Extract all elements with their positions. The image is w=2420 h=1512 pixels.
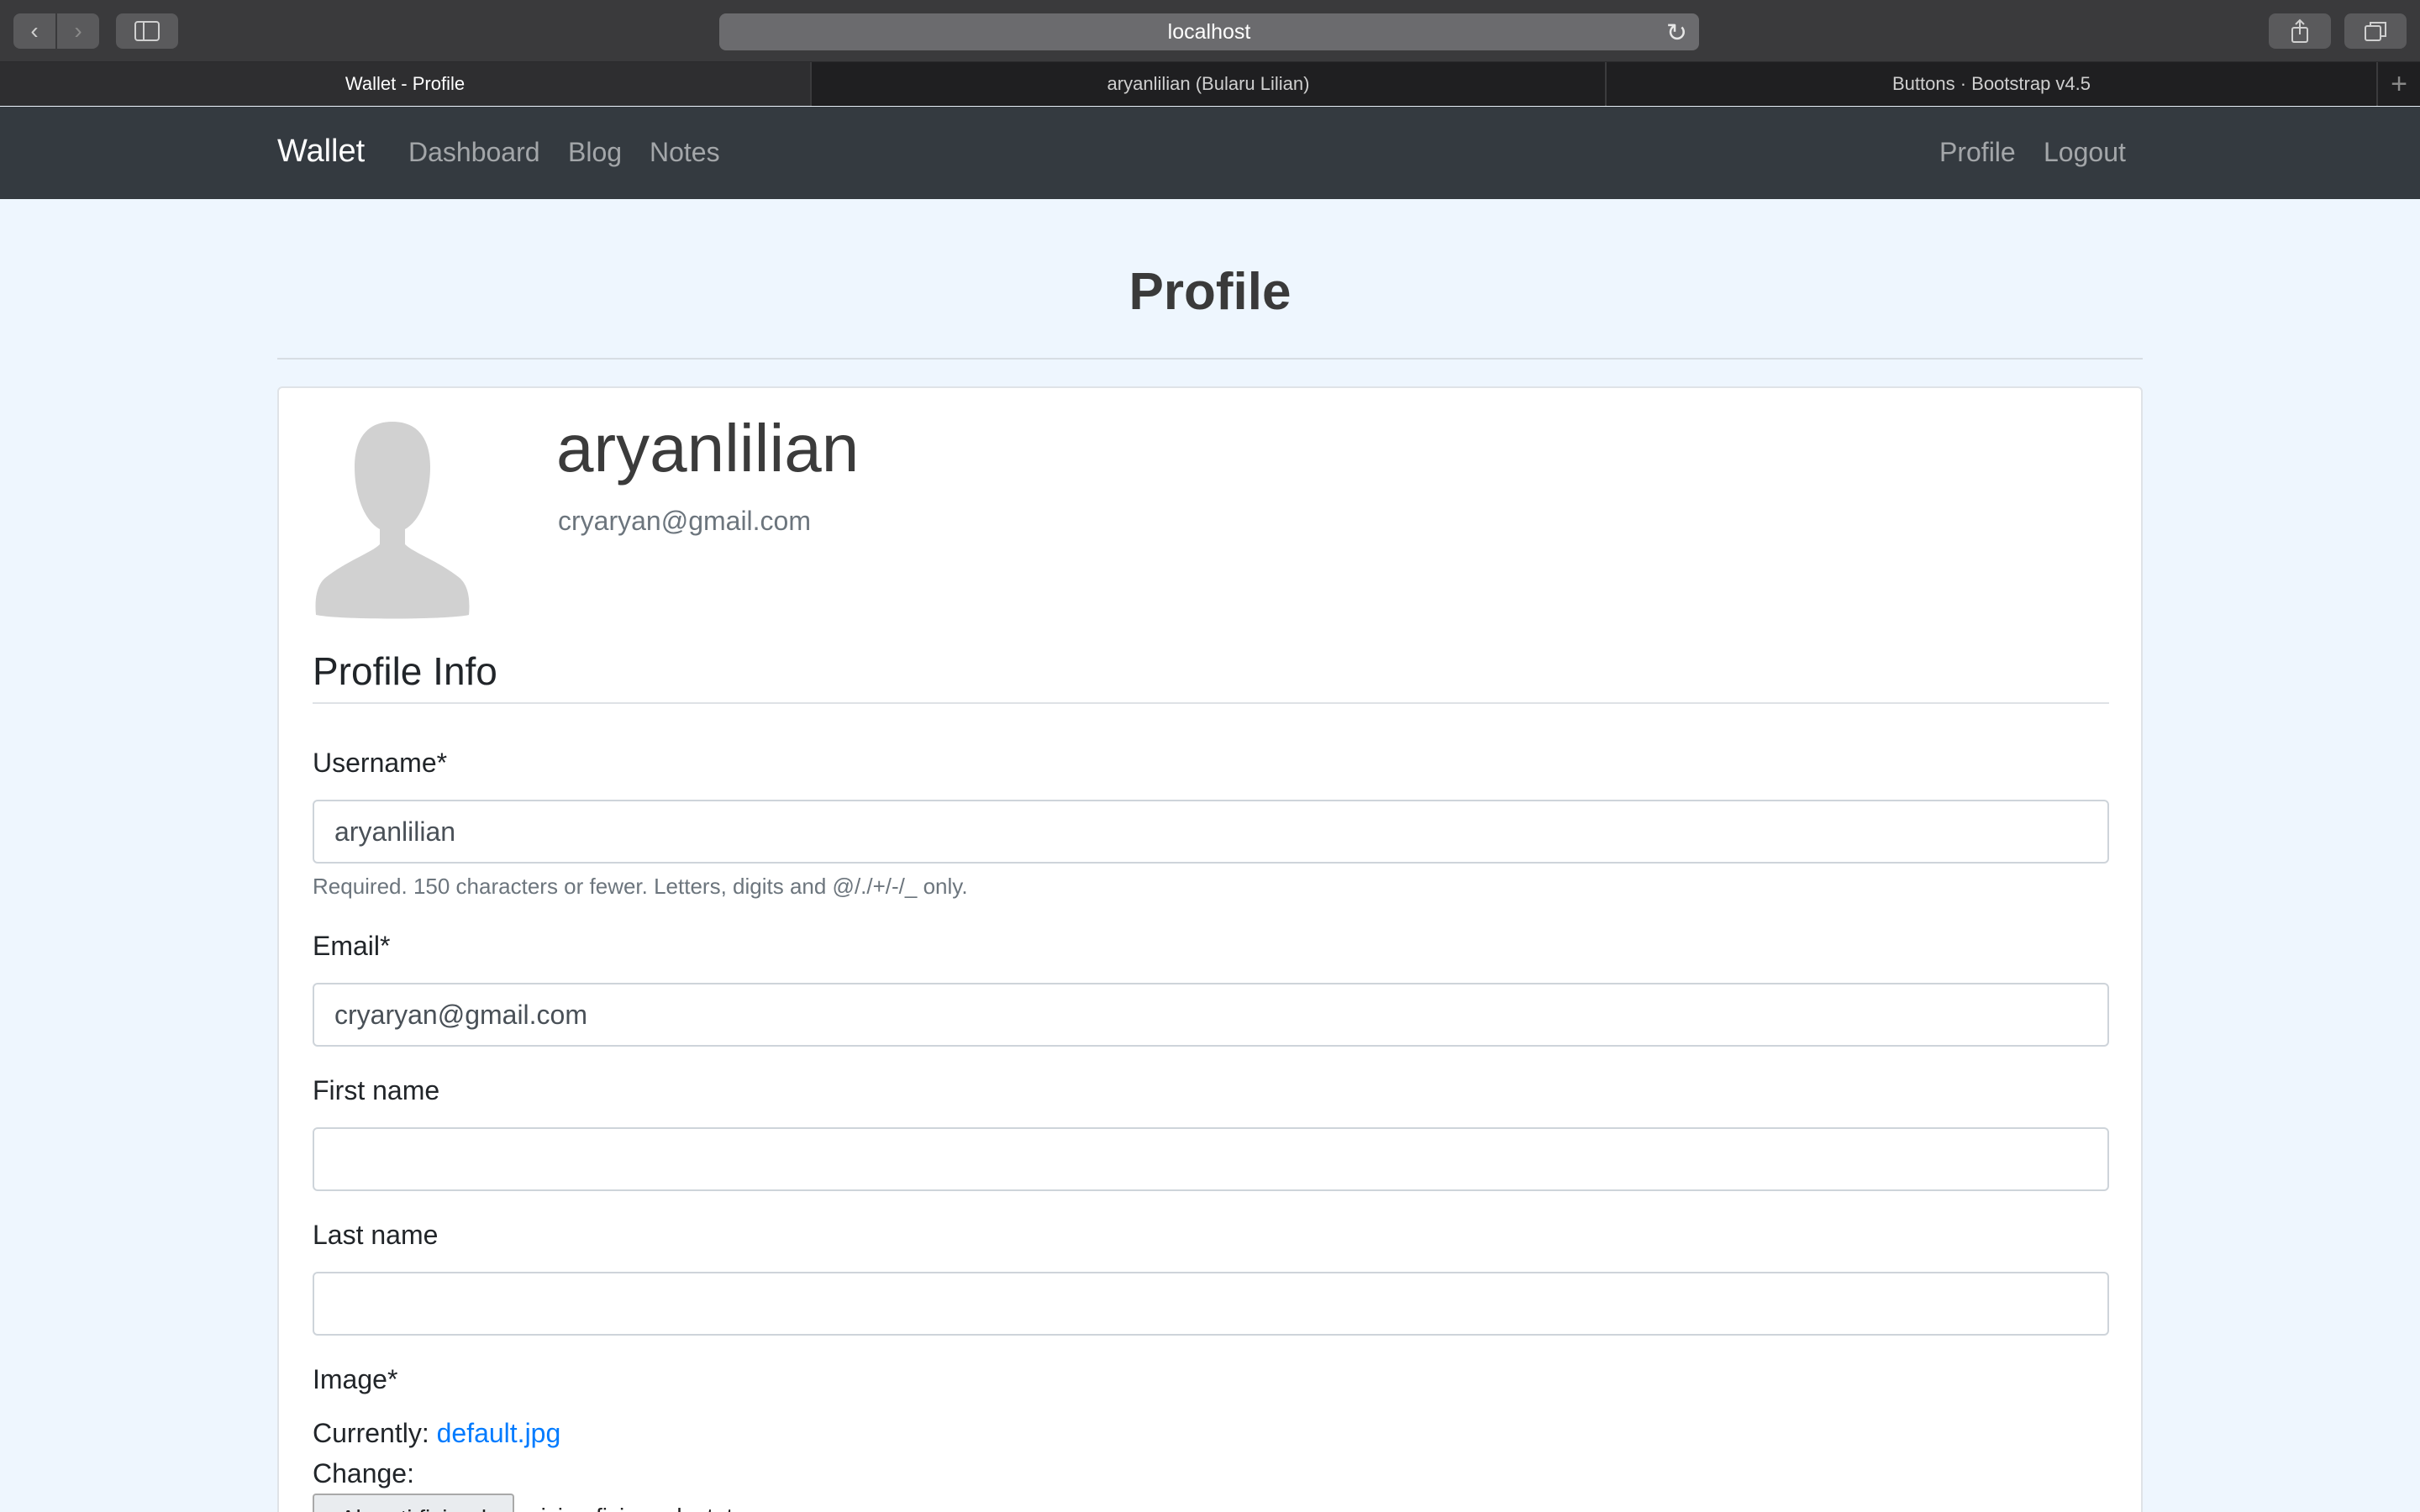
reload-icon[interactable]: ↻ [1666,18,1687,48]
username-help-text: Required. 150 characters or fewer. Lette… [313,874,968,899]
avatar [315,422,470,619]
tab-overview-button[interactable] [2344,13,2407,49]
sidebar-icon [134,21,160,41]
tab-label: Wallet - Profile [345,73,466,94]
profile-username: aryanlilian [556,411,860,486]
email-label: Email* [313,931,391,961]
first-name-field[interactable] [313,1127,2109,1191]
chevron-left-icon: ‹ [30,18,39,44]
tab-github-profile[interactable]: aryanlilian (Bularu Lilian) [812,62,1607,106]
url-text: localhost [1167,19,1251,44]
forward-button[interactable]: › [57,13,99,49]
nav-link-profile[interactable]: Profile [1939,137,2016,168]
nav-link-blog[interactable]: Blog [568,137,622,168]
choose-file-button[interactable]: Alegeți fișierul [313,1494,514,1512]
last-name-field[interactable] [313,1272,2109,1336]
nav-link-logout[interactable]: Logout [2044,137,2126,168]
username-label: Username* [313,748,448,778]
username-value: aryanlilian [334,816,456,847]
image-label: Image* [313,1364,398,1394]
image-currently-row: Currently: default.jpg [313,1418,560,1449]
chevron-right-icon: › [74,18,82,44]
username-field[interactable]: aryanlilian [313,800,2109,864]
tab-bootstrap-buttons[interactable]: Buttons · Bootstrap v4.5 [1607,62,2378,106]
no-file-selected-text: niciun fișier selectat [528,1504,733,1512]
first-name-label: First name [313,1075,440,1105]
section-title: Profile Info [313,649,497,693]
browser-toolbar: ‹ › localhost ↻ [0,0,2420,62]
new-tab-button[interactable]: + [2378,62,2420,106]
tab-label: aryanlilian (Bularu Lilian) [1107,73,1310,94]
tab-wallet-profile[interactable]: Wallet - Profile [0,62,812,106]
email-value: cryaryan@gmail.com [334,999,587,1030]
page-title: Profile [1128,263,1292,321]
image-change-label: Change: [313,1458,414,1488]
profile-card: aryanlilian cryaryan@gmail.com Profile I… [277,386,2143,1512]
last-name-label: Last name [313,1220,439,1250]
share-icon [2291,18,2308,43]
email-field[interactable]: cryaryan@gmail.com [313,983,2109,1047]
profile-email: cryaryan@gmail.com [558,506,811,536]
brand-link[interactable]: Wallet [277,134,365,170]
sidebar-toggle-button[interactable] [116,13,178,49]
section-divider [313,702,2109,704]
nav-link-notes[interactable]: Notes [650,137,720,168]
image-currently-label: Currently: [313,1418,429,1448]
tab-overview-icon [2365,22,2386,41]
share-button[interactable] [2269,13,2331,49]
address-bar[interactable]: localhost ↻ [719,13,1699,50]
site-navbar: Wallet Dashboard Blog Notes Profile Logo… [0,107,2420,199]
tab-bar: Wallet - Profile aryanlilian (Bularu Lil… [0,62,2420,106]
current-image-link[interactable]: default.jpg [437,1418,561,1448]
plus-icon: + [2391,67,2407,100]
back-button[interactable]: ‹ [13,13,55,49]
title-divider [277,358,2143,360]
tab-label: Buttons · Bootstrap v4.5 [1891,73,2091,94]
nav-link-dashboard[interactable]: Dashboard [408,137,540,168]
